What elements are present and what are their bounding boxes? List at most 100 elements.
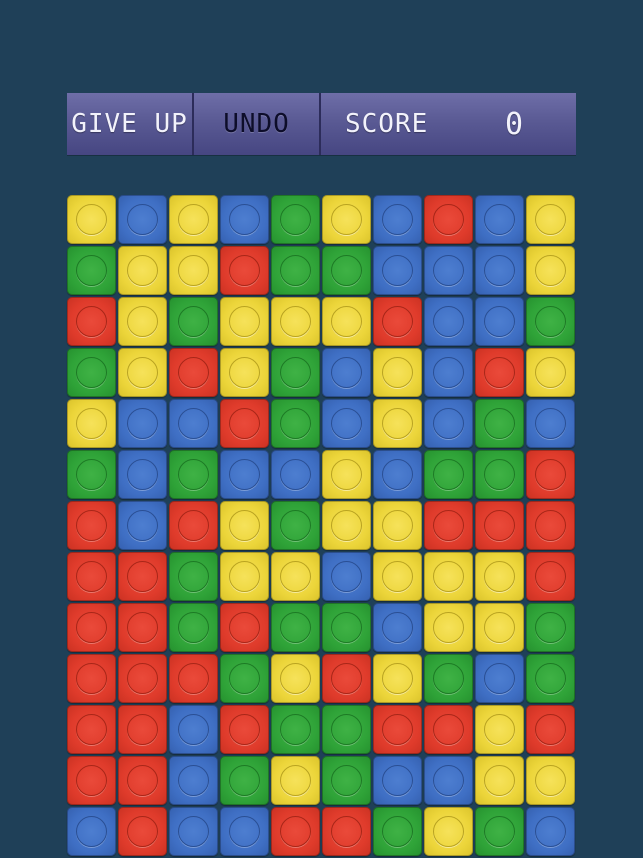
yellow-tile[interactable] xyxy=(322,450,371,499)
yellow-tile[interactable] xyxy=(322,297,371,346)
green-tile[interactable] xyxy=(322,603,371,652)
red-tile[interactable] xyxy=(67,756,116,805)
green-tile[interactable] xyxy=(271,246,320,295)
red-tile[interactable] xyxy=(373,705,422,754)
undo-button[interactable]: UNDO xyxy=(194,93,321,155)
blue-tile[interactable] xyxy=(373,756,422,805)
yellow-tile[interactable] xyxy=(424,807,473,856)
blue-tile[interactable] xyxy=(322,552,371,601)
blue-tile[interactable] xyxy=(169,399,218,448)
green-tile[interactable] xyxy=(169,552,218,601)
yellow-tile[interactable] xyxy=(67,195,116,244)
green-tile[interactable] xyxy=(271,705,320,754)
red-tile[interactable] xyxy=(220,705,269,754)
red-tile[interactable] xyxy=(220,246,269,295)
yellow-tile[interactable] xyxy=(373,501,422,550)
green-tile[interactable] xyxy=(271,501,320,550)
red-tile[interactable] xyxy=(67,603,116,652)
green-tile[interactable] xyxy=(271,603,320,652)
green-tile[interactable] xyxy=(169,297,218,346)
blue-tile[interactable] xyxy=(118,501,167,550)
red-tile[interactable] xyxy=(67,705,116,754)
green-tile[interactable] xyxy=(322,756,371,805)
blue-tile[interactable] xyxy=(220,195,269,244)
green-tile[interactable] xyxy=(67,348,116,397)
blue-tile[interactable] xyxy=(475,297,524,346)
blue-tile[interactable] xyxy=(424,756,473,805)
blue-tile[interactable] xyxy=(118,399,167,448)
red-tile[interactable] xyxy=(271,807,320,856)
yellow-tile[interactable] xyxy=(424,552,473,601)
blue-tile[interactable] xyxy=(424,399,473,448)
blue-tile[interactable] xyxy=(220,450,269,499)
red-tile[interactable] xyxy=(220,399,269,448)
red-tile[interactable] xyxy=(169,348,218,397)
yellow-tile[interactable] xyxy=(475,603,524,652)
green-tile[interactable] xyxy=(475,399,524,448)
red-tile[interactable] xyxy=(526,705,575,754)
blue-tile[interactable] xyxy=(373,603,422,652)
red-tile[interactable] xyxy=(169,654,218,703)
blue-tile[interactable] xyxy=(322,348,371,397)
yellow-tile[interactable] xyxy=(424,603,473,652)
red-tile[interactable] xyxy=(424,705,473,754)
red-tile[interactable] xyxy=(526,552,575,601)
red-tile[interactable] xyxy=(118,756,167,805)
blue-tile[interactable] xyxy=(475,654,524,703)
yellow-tile[interactable] xyxy=(118,297,167,346)
blue-tile[interactable] xyxy=(169,756,218,805)
red-tile[interactable] xyxy=(526,450,575,499)
yellow-tile[interactable] xyxy=(220,348,269,397)
red-tile[interactable] xyxy=(220,603,269,652)
yellow-tile[interactable] xyxy=(322,501,371,550)
red-tile[interactable] xyxy=(475,348,524,397)
blue-tile[interactable] xyxy=(118,195,167,244)
blue-tile[interactable] xyxy=(118,450,167,499)
green-tile[interactable] xyxy=(271,348,320,397)
blue-tile[interactable] xyxy=(322,399,371,448)
blue-tile[interactable] xyxy=(373,246,422,295)
yellow-tile[interactable] xyxy=(373,399,422,448)
yellow-tile[interactable] xyxy=(271,297,320,346)
green-tile[interactable] xyxy=(169,603,218,652)
green-tile[interactable] xyxy=(169,450,218,499)
red-tile[interactable] xyxy=(169,501,218,550)
green-tile[interactable] xyxy=(322,246,371,295)
red-tile[interactable] xyxy=(526,501,575,550)
green-tile[interactable] xyxy=(271,399,320,448)
red-tile[interactable] xyxy=(118,603,167,652)
blue-tile[interactable] xyxy=(424,348,473,397)
blue-tile[interactable] xyxy=(169,705,218,754)
red-tile[interactable] xyxy=(67,552,116,601)
red-tile[interactable] xyxy=(475,501,524,550)
yellow-tile[interactable] xyxy=(373,348,422,397)
red-tile[interactable] xyxy=(118,705,167,754)
yellow-tile[interactable] xyxy=(220,297,269,346)
blue-tile[interactable] xyxy=(373,195,422,244)
red-tile[interactable] xyxy=(118,552,167,601)
red-tile[interactable] xyxy=(67,297,116,346)
green-tile[interactable] xyxy=(526,654,575,703)
yellow-tile[interactable] xyxy=(475,705,524,754)
red-tile[interactable] xyxy=(67,654,116,703)
blue-tile[interactable] xyxy=(526,399,575,448)
green-tile[interactable] xyxy=(373,807,422,856)
yellow-tile[interactable] xyxy=(271,552,320,601)
yellow-tile[interactable] xyxy=(67,399,116,448)
yellow-tile[interactable] xyxy=(169,195,218,244)
yellow-tile[interactable] xyxy=(526,195,575,244)
green-tile[interactable] xyxy=(526,603,575,652)
green-tile[interactable] xyxy=(220,654,269,703)
red-tile[interactable] xyxy=(424,501,473,550)
green-tile[interactable] xyxy=(271,195,320,244)
yellow-tile[interactable] xyxy=(169,246,218,295)
green-tile[interactable] xyxy=(322,705,371,754)
give-up-button[interactable]: GIVE UP xyxy=(67,93,194,155)
green-tile[interactable] xyxy=(67,246,116,295)
yellow-tile[interactable] xyxy=(118,246,167,295)
red-tile[interactable] xyxy=(118,654,167,703)
green-tile[interactable] xyxy=(220,756,269,805)
red-tile[interactable] xyxy=(322,807,371,856)
blue-tile[interactable] xyxy=(169,807,218,856)
blue-tile[interactable] xyxy=(526,807,575,856)
